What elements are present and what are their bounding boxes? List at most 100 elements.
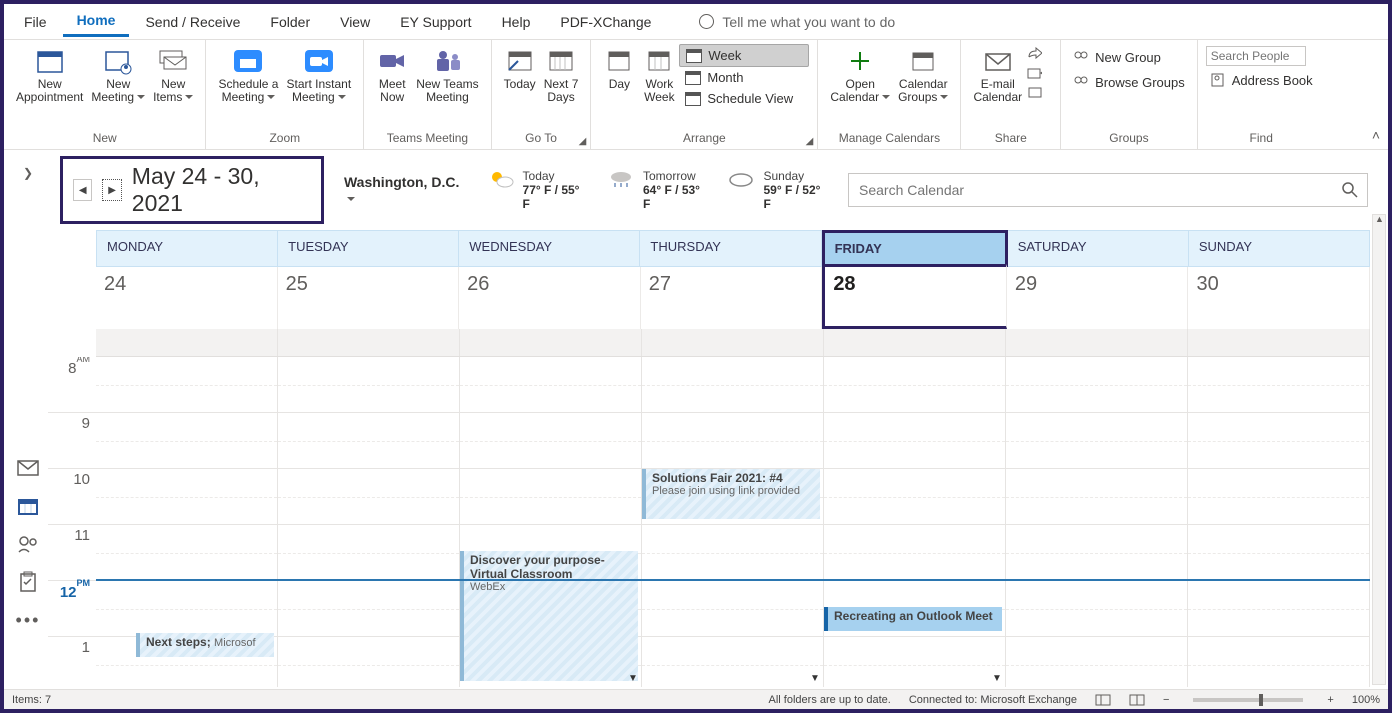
day-header[interactable]: THURSDAY bbox=[640, 230, 821, 267]
next-7-days-button[interactable]: Next 7 Days bbox=[540, 42, 583, 116]
browse-groups-button[interactable]: Browse Groups bbox=[1069, 71, 1189, 93]
calendar-nav-icon[interactable] bbox=[17, 496, 39, 516]
new-group-button[interactable]: New Group bbox=[1069, 46, 1189, 68]
menu-folder[interactable]: Folder bbox=[256, 8, 324, 36]
group-label: Manage Calendars bbox=[839, 129, 940, 149]
group-label: Go To bbox=[525, 129, 557, 149]
zoom-slider[interactable] bbox=[1193, 698, 1303, 702]
event-subtitle: WebEx bbox=[470, 581, 632, 593]
email-calendar-button[interactable]: E-mail Calendar bbox=[969, 42, 1026, 116]
hour-grid[interactable]: 8AM 9 10 11 12PM 1 2 Solutions Fair 2021… bbox=[48, 357, 1370, 687]
day-header[interactable]: MONDAY bbox=[96, 230, 278, 267]
zoom-schedule-icon bbox=[232, 46, 264, 76]
vertical-scrollbar[interactable] bbox=[1372, 214, 1386, 685]
view-reading-icon[interactable] bbox=[1129, 694, 1145, 706]
menu-view[interactable]: View bbox=[326, 8, 384, 36]
date-cell[interactable]: 30 bbox=[1188, 267, 1370, 329]
zoom-out-button[interactable]: − bbox=[1163, 694, 1169, 706]
menu-help[interactable]: Help bbox=[488, 8, 545, 36]
schedule-view-button[interactable]: Schedule View bbox=[679, 88, 809, 109]
more-below-icon[interactable]: ▼ bbox=[992, 673, 1004, 685]
more-below-icon[interactable]: ▼ bbox=[628, 673, 640, 685]
new-appointment-button[interactable]: New Appointment bbox=[12, 42, 87, 116]
all-day-strip[interactable] bbox=[96, 329, 1370, 357]
address-book-button[interactable]: Address Book bbox=[1206, 69, 1317, 91]
weather-today[interactable]: Today77° F / 55° F bbox=[487, 169, 587, 211]
share-calendar-icon[interactable] bbox=[1026, 65, 1042, 81]
people-search-icon bbox=[1073, 74, 1089, 90]
today-button[interactable]: Today bbox=[500, 42, 540, 116]
lightbulb-icon bbox=[699, 14, 714, 29]
date-cell[interactable]: 25 bbox=[278, 267, 460, 329]
publish-icon[interactable] bbox=[1026, 84, 1042, 100]
date-cell[interactable]: 27 bbox=[641, 267, 823, 329]
work-week-icon bbox=[643, 46, 675, 76]
view-normal-icon[interactable] bbox=[1095, 694, 1111, 706]
dialog-launcher-icon[interactable]: ◢ bbox=[806, 136, 814, 147]
temp: 77° F / 55° F bbox=[523, 183, 587, 211]
people-nav-icon[interactable] bbox=[17, 534, 39, 554]
meet-now-button[interactable]: Meet Now bbox=[372, 42, 412, 116]
weather-sunday[interactable]: Sunday59° F / 52° F bbox=[727, 169, 827, 211]
calendar-group-icon bbox=[907, 46, 939, 76]
label: New Group bbox=[1095, 50, 1161, 65]
day-header[interactable]: SUNDAY bbox=[1189, 230, 1370, 267]
search-people-input[interactable] bbox=[1206, 46, 1306, 66]
search-calendar-input[interactable] bbox=[848, 173, 1368, 207]
menu-file[interactable]: File bbox=[10, 8, 61, 36]
event-title: Solutions Fair 2021: #4 bbox=[652, 471, 814, 485]
menu-send-receive[interactable]: Send / Receive bbox=[131, 8, 254, 36]
date-cell[interactable]: 26 bbox=[459, 267, 641, 329]
expand-folder-pane[interactable]: ❯ bbox=[23, 166, 33, 440]
label: New Meeting bbox=[91, 78, 145, 116]
label: Sunday bbox=[763, 169, 827, 183]
location-picker[interactable]: Washington, D.C. bbox=[344, 174, 467, 206]
more-nav-icon[interactable]: ••• bbox=[17, 610, 39, 630]
envelope-icon bbox=[982, 46, 1014, 76]
collapse-ribbon-icon[interactable]: ˄ bbox=[1372, 127, 1380, 143]
new-items-button[interactable]: New Items bbox=[149, 42, 197, 116]
new-teams-meeting-button[interactable]: New Teams Meeting bbox=[412, 42, 482, 116]
mail-nav-icon[interactable] bbox=[17, 458, 39, 478]
new-meeting-button[interactable]: New Meeting bbox=[87, 42, 149, 116]
ribbon-group-new: New Appointment New Meeting New Items Ne… bbox=[4, 40, 206, 149]
event-next-steps[interactable]: Next steps; Microsof bbox=[136, 633, 274, 657]
more-below-icon[interactable]: ▼ bbox=[810, 673, 822, 685]
date-cell[interactable]: 29 bbox=[1007, 267, 1189, 329]
menu-pdf-xchange[interactable]: PDF-XChange bbox=[546, 8, 665, 36]
label: Start Instant Meeting bbox=[286, 78, 351, 116]
next-week-button[interactable]: ▶ bbox=[102, 179, 121, 201]
meeting-icon bbox=[102, 46, 134, 76]
day-view-button[interactable]: Day bbox=[599, 42, 639, 116]
week-view-button[interactable]: Week bbox=[679, 44, 809, 67]
label: Calendar Groups bbox=[898, 78, 948, 116]
open-calendar-button[interactable]: Open Calendar bbox=[826, 42, 894, 116]
schedule-meeting-button[interactable]: Schedule a Meeting bbox=[214, 42, 282, 116]
start-instant-meeting-button[interactable]: Start Instant Meeting bbox=[282, 42, 355, 116]
prev-week-button[interactable]: ◀ bbox=[73, 179, 92, 201]
event-discover-purpose[interactable]: Discover your purpose- Virtual Classroom… bbox=[460, 551, 638, 681]
work-week-button[interactable]: Work Week bbox=[639, 42, 679, 116]
date-cell-today[interactable]: 28 bbox=[822, 264, 1007, 329]
menu-home[interactable]: Home bbox=[63, 6, 130, 37]
menu-ey-support[interactable]: EY Support bbox=[386, 8, 485, 36]
search-icon[interactable] bbox=[1342, 182, 1358, 198]
zoom-in-button[interactable]: + bbox=[1327, 694, 1333, 706]
weather-tomorrow[interactable]: Tomorrow64° F / 53° F bbox=[607, 169, 707, 211]
day-header[interactable]: WEDNESDAY bbox=[459, 230, 640, 267]
day-header[interactable]: TUESDAY bbox=[278, 230, 459, 267]
tasks-nav-icon[interactable] bbox=[17, 572, 39, 592]
items-count: Items: 7 bbox=[12, 694, 51, 706]
month-view-button[interactable]: Month bbox=[679, 67, 809, 88]
forward-icon[interactable] bbox=[1026, 46, 1042, 62]
dialog-launcher-icon[interactable]: ◢ bbox=[579, 136, 587, 147]
tell-me-input[interactable]: Tell me what you want to do bbox=[722, 14, 895, 30]
calendar-groups-button[interactable]: Calendar Groups bbox=[894, 42, 952, 116]
day-header-today[interactable]: FRIDAY bbox=[822, 230, 1008, 267]
label: Today bbox=[523, 169, 587, 183]
event-solutions-fair[interactable]: Solutions Fair 2021: #4 Please join usin… bbox=[642, 469, 820, 519]
date-cell[interactable]: 24 bbox=[96, 267, 278, 329]
event-recreating-outlook[interactable]: Recreating an Outlook Meet bbox=[824, 607, 1002, 631]
day-header[interactable]: SATURDAY bbox=[1008, 230, 1189, 267]
event-title: Recreating an Outlook Meet bbox=[834, 609, 993, 623]
